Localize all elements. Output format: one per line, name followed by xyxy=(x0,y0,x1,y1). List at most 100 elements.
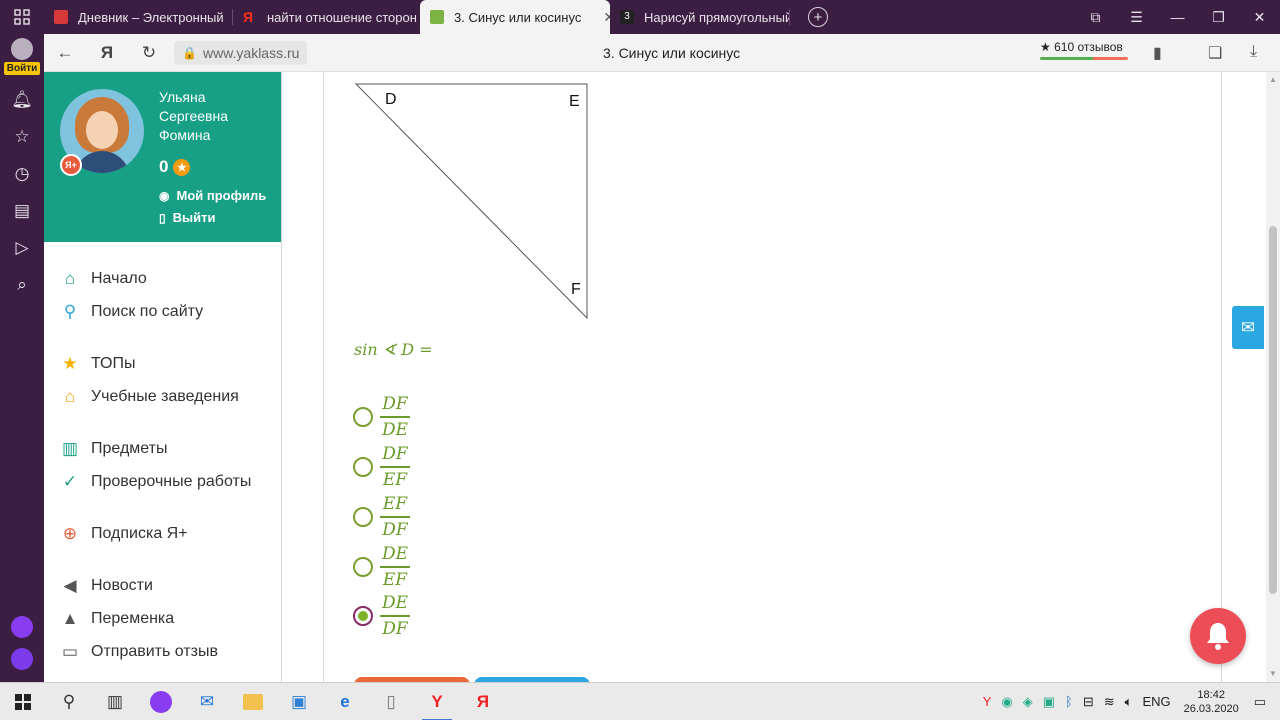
url-field[interactable]: 🔒 www.yaklass.ru xyxy=(174,40,308,65)
alice-taskbar-icon[interactable] xyxy=(138,683,184,720)
fraction-numerator: DF xyxy=(382,394,408,414)
volume-icon[interactable]: 🔈︎ xyxy=(1125,694,1133,710)
mail-feedback-icon[interactable]: ✉ xyxy=(1232,306,1264,349)
media-player-icon[interactable]: ▣ xyxy=(276,683,322,720)
answer-radio[interactable] xyxy=(353,456,373,477)
back-icon[interactable]: ← xyxy=(44,43,86,63)
taskbar-search-icon[interactable]: ⚲ xyxy=(46,683,92,720)
profile-name: Ульяна Сергеевна Фомина xyxy=(159,89,229,143)
yandex-logo-icon[interactable]: Я xyxy=(86,43,128,63)
scrollbar-thumb[interactable] xyxy=(1269,226,1277,594)
answer-option-4[interactable]: DE EF xyxy=(353,544,410,590)
mail-app-icon[interactable]: ✉ xyxy=(184,683,230,720)
answer-option-1[interactable]: DF DE xyxy=(353,394,410,440)
book-icon: ▥ xyxy=(61,438,79,458)
tab-sinus-kosinus[interactable]: 3. Синус или косинус ✕ xyxy=(420,0,610,34)
media-play-icon[interactable]: ▷ xyxy=(15,238,28,260)
answer-option-5[interactable]: DE DF xyxy=(353,593,410,639)
login-button[interactable]: Войти xyxy=(3,38,41,75)
tab-dnevnik[interactable]: Дневник – Электронный xyxy=(44,0,233,34)
clock[interactable]: 18:42 26.03.2020 xyxy=(1184,688,1239,716)
tray-app-icon[interactable]: ◉ xyxy=(1001,694,1012,710)
menu-label: Поиск по сайту xyxy=(91,302,204,320)
reviews-badge[interactable]: ★ 610 отзывов xyxy=(1040,40,1128,60)
answer-radio[interactable] xyxy=(353,406,373,427)
close-window-icon[interactable]: ✕ xyxy=(1239,9,1280,26)
menu-item-subjects[interactable]: ▥ Предметы xyxy=(44,432,281,465)
notepad-icon[interactable]: ▯ xyxy=(368,683,414,720)
clock-date: 26.03.2020 xyxy=(1183,702,1239,715)
my-profile-link[interactable]: ◉ Мой профиль xyxy=(159,188,266,203)
yandex-browser-taskbar-icon[interactable]: Y xyxy=(414,683,460,720)
answer-radio[interactable] xyxy=(353,506,373,527)
logout-link[interactable]: ▯ Выйти xyxy=(159,210,215,225)
menu-item-feedback[interactable]: ▭ Отправить отзыв xyxy=(44,635,281,668)
menu-label: ТОПы xyxy=(91,354,136,372)
collections-panel-icon[interactable]: ▤ xyxy=(14,201,30,223)
answer-option-3[interactable]: EF DF xyxy=(353,494,410,540)
menu-item-break[interactable]: ▲ Переменка xyxy=(44,602,281,635)
menu-item-news[interactable]: ◀ Новости xyxy=(44,569,281,602)
menu-item-schools[interactable]: ⌂ Учебные заведения xyxy=(44,380,281,413)
menu-label: Предметы xyxy=(91,439,168,457)
fraction-denominator: EF xyxy=(382,569,408,590)
edge-browser-icon[interactable]: e xyxy=(322,683,368,720)
tab-search[interactable]: Я найти отношение сторон xyxy=(233,0,420,34)
tab-manager-icon[interactable]: ⧉ xyxy=(1075,9,1116,26)
answer-option-2[interactable]: DF EF xyxy=(353,444,410,490)
menu-item-subscription[interactable]: ⊕ Подписка Я+ xyxy=(44,517,281,550)
tabs-grid-icon[interactable] xyxy=(0,0,44,34)
network-icon[interactable]: ⊟ xyxy=(1083,694,1094,710)
downloads-icon[interactable]: ⤓ xyxy=(1250,43,1257,61)
ya-plus-badge: Я+ xyxy=(60,154,82,176)
menu-label: Проверочные работы xyxy=(91,472,252,490)
browser-side-panel: Войти 🔔︎ ☆ ◷ ▤ ▷ ⌕ xyxy=(0,34,44,682)
megaphone-icon: ◀ xyxy=(63,575,77,595)
menu-item-tops[interactable]: ★ ТОПы xyxy=(44,347,281,380)
alice-assistant-icon[interactable] xyxy=(11,648,33,670)
collections-icon[interactable]: ❏ xyxy=(1208,43,1222,63)
comment-icon: ▭ xyxy=(61,641,79,661)
answer-radio-selected[interactable] xyxy=(353,605,373,626)
favorites-star-icon[interactable]: ☆ xyxy=(14,127,29,149)
task-view-icon[interactable]: ▥ xyxy=(92,683,138,720)
file-explorer-icon[interactable] xyxy=(230,683,276,720)
menu-item-search[interactable]: ⚲ Поиск по сайту xyxy=(44,295,281,328)
browser-menu-icon[interactable]: ☰ xyxy=(1116,9,1157,26)
history-clock-icon[interactable]: ◷ xyxy=(15,164,30,186)
wifi-icon[interactable]: ≋ xyxy=(1104,694,1115,710)
fraction-denominator: DF xyxy=(382,519,408,540)
reload-icon[interactable]: ↻ xyxy=(128,43,170,63)
bluetooth-icon[interactable]: ᛒ xyxy=(1065,694,1073,709)
bookmark-icon[interactable]: ▮ xyxy=(1153,43,1162,63)
alice-app-icon[interactable] xyxy=(11,616,33,638)
new-tab-button[interactable]: + xyxy=(808,7,828,27)
tab-triangle[interactable]: 3 Нарисуй прямоугольный xyxy=(610,0,790,34)
menu-label: Подписка Я+ xyxy=(91,524,188,542)
defender-icon[interactable]: ◈ xyxy=(1023,694,1033,710)
action-center-icon[interactable]: ▭ xyxy=(1254,694,1266,710)
screenshot-search-icon[interactable]: ⌕ xyxy=(17,275,27,297)
menu-item-home[interactable]: ⌂ Начало xyxy=(44,262,281,295)
menu-label: Новости xyxy=(91,576,153,594)
notifications-bell-icon[interactable]: 🔔︎ xyxy=(11,90,33,112)
scroll-up-icon[interactable]: ▲ xyxy=(1269,75,1277,84)
reviews-text: ★ 610 отзывов xyxy=(1040,40,1123,54)
windows-start-icon[interactable] xyxy=(0,683,46,720)
page-scrollbar[interactable]: ▲ ▼ xyxy=(1266,72,1280,682)
restore-icon[interactable]: ❐ xyxy=(1198,9,1239,26)
close-tab-icon[interactable]: ✕ xyxy=(603,9,610,26)
notification-bell-button[interactable] xyxy=(1190,608,1246,664)
minimize-icon[interactable]: — xyxy=(1157,9,1198,25)
menu-item-tests[interactable]: ✓ Проверочные работы xyxy=(44,465,281,498)
clock-time: 18:42 xyxy=(1197,688,1225,701)
vertex-d-label: D xyxy=(385,91,397,108)
scroll-down-icon[interactable]: ▼ xyxy=(1269,669,1277,678)
yandex-app-taskbar-icon[interactable]: Я xyxy=(460,683,506,720)
my-profile-label: Мой профиль xyxy=(176,188,267,203)
tray-device-icon[interactable]: ▣ xyxy=(1043,694,1055,710)
language-indicator[interactable]: ENG xyxy=(1142,694,1170,709)
answer-radio[interactable] xyxy=(353,556,373,577)
profile-card: Я+ Ульяна Сергеевна Фомина 0 ★ ◉ Мой про… xyxy=(44,72,281,242)
yandex-tray-icon[interactable]: Y xyxy=(983,694,992,709)
